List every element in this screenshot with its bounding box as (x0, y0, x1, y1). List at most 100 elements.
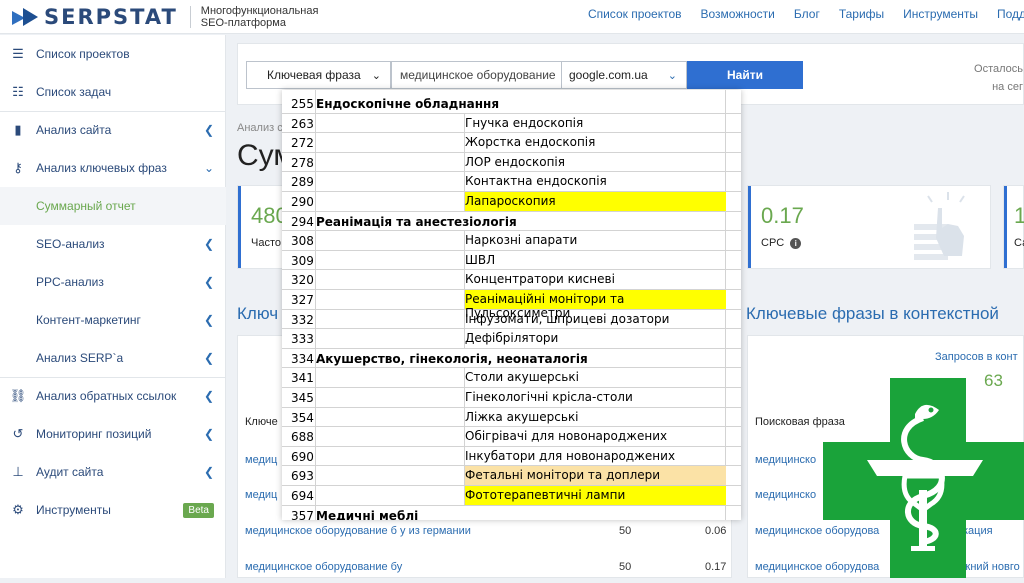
sidebar-item-serp-analysis[interactable]: Анализ SERP`a ❮ (0, 339, 226, 377)
equipment-row: 694 Фототерапевтичні лампи (282, 486, 741, 506)
requests-label: Запросов в конт (935, 351, 1018, 363)
chart-icon: ▮ (14, 122, 22, 137)
table-row-keyword[interactable]: медицинское оборудование б у из германии (245, 525, 471, 537)
equipment-name: Ліжка акушерські (464, 407, 726, 427)
competition-label: Са (1014, 237, 1024, 249)
keyword-input[interactable] (391, 61, 562, 89)
nav-tools[interactable]: Инструменты (903, 7, 978, 21)
section-title-left: Ключ (237, 304, 279, 323)
database-select[interactable]: google.com.ua ⌄ (561, 61, 687, 89)
find-button[interactable]: Найти (687, 61, 803, 89)
row-code: 309 (291, 253, 314, 268)
sidebar-item-ppc-analysis[interactable]: PPC-анализ ❮ (0, 263, 226, 301)
sidebar-item-site-analysis[interactable]: ▮ Анализ сайта ❮ (0, 111, 226, 149)
beta-badge: Beta (183, 502, 214, 518)
category-name: Акушерство, гінекологія, неонаталогія (316, 351, 588, 366)
nav-blog[interactable]: Блог (794, 7, 820, 21)
row-code: 345 (291, 391, 314, 405)
category-row: 357 Медичні меблі (282, 506, 741, 520)
equipment-row: 320 Концентратори кисневі (282, 270, 741, 290)
card-accent (1004, 186, 1007, 268)
top-nav: Список проектов Возможности Блог Тарифы … (588, 7, 1024, 21)
table-row-right-keyword[interactable]: медицинско (755, 489, 816, 501)
sidebar-item-keyword-analysis[interactable]: ⚷ Анализ ключевых фраз ⌄ (0, 149, 226, 187)
category-row: 334 Акушерство, гінекологія, неонаталогія (282, 349, 741, 369)
table-row-count: 50 (619, 525, 632, 537)
equipment-row: 290 Лапароскопия (282, 192, 741, 212)
chevron-left-icon: ❮ (203, 351, 214, 365)
equipment-name: Столи акушерські (464, 368, 726, 387)
sidebar-item-site-audit[interactable]: ⊥ Аудит сайта ❮ (0, 453, 226, 491)
table-row-keyword[interactable]: медиц (245, 489, 277, 501)
sidebar-item-projects[interactable]: ☰ Список проектов (0, 35, 226, 73)
category-row: 255 Ендоскопічне обладнання (282, 94, 741, 114)
equipment-row: 345 Гінекологічні крісла-столи (282, 388, 741, 408)
table-row-keyword[interactable]: медиц (245, 454, 277, 466)
nav-support[interactable]: Поддержка (997, 7, 1024, 21)
sidebar-item-tools[interactable]: ⚙ Инструменты Beta (0, 491, 226, 529)
row-code: 690 (291, 449, 314, 464)
chevron-left-icon: ❮ (203, 465, 214, 479)
row-code: 327 (291, 293, 314, 307)
chevron-left-icon: ❮ (203, 389, 214, 403)
equipment-row: 272 Жорстка ендоскопія (282, 133, 741, 153)
chevron-down-icon: ⌄ (371, 69, 381, 82)
equipment-name: Дефібрілятори (464, 329, 726, 348)
sidebar: ☰ Список проектов ☷ Список задач ▮ Анали… (0, 35, 226, 578)
sidebar-item-label: Анализ SERP`a (36, 351, 124, 365)
chevron-left-icon: ❮ (203, 123, 214, 137)
serpstat-logo[interactable]: SERPSTAT Многофункциональная SEO-платфор… (12, 5, 318, 29)
row-code: 694 (291, 489, 314, 503)
chevron-left-icon: ❮ (203, 427, 214, 441)
sidebar-item-summary-report[interactable]: Суммарный отчет (0, 187, 226, 225)
category-name: Реанімація та анестезіологія (316, 214, 517, 229)
search-type-select[interactable]: Ключевая фраза ⌄ (246, 61, 391, 89)
sidebar-item-label: Суммарный отчет (36, 199, 136, 213)
chevron-left-icon: ❮ (203, 237, 214, 251)
chevron-left-icon: ❮ (203, 313, 214, 327)
logo-tagline-line2: SEO-платформа (200, 17, 286, 29)
table-row-right-keyword[interactable]: медицинско (755, 454, 816, 466)
equipment-name: Концентратори кисневі (464, 270, 726, 289)
info-icon[interactable]: i (790, 237, 802, 249)
row-code: 688 (291, 430, 314, 445)
gear-icon: ⚙ (12, 502, 24, 517)
sidebar-item-label: SEO-анализ (36, 237, 105, 251)
row-code: 354 (291, 410, 314, 425)
chevron-down-icon: ⌄ (203, 161, 214, 175)
breadcrumb[interactable]: Анализ с (237, 122, 283, 134)
sidebar-item-label: PPC-анализ (36, 275, 104, 289)
equipment-name: Гінекологічні крісла-столи (464, 388, 726, 407)
row-code: 278 (291, 155, 314, 170)
sidebar-item-backlinks[interactable]: ⛓ Анализ обратных ссылок ❮ (0, 377, 226, 415)
equipment-row: 289 Контактна ендоскопія (282, 172, 741, 192)
row-code: 341 (291, 371, 314, 386)
nav-pricing[interactable]: Тарифы (839, 7, 884, 21)
nav-projects[interactable]: Список проектов (588, 7, 682, 21)
sidebar-item-tasks[interactable]: ☷ Список задач (0, 73, 226, 111)
remaining-line1: Осталось (974, 63, 1023, 75)
sidebar-item-seo-analysis[interactable]: SEO-анализ ❮ (0, 225, 226, 263)
table-row-keyword[interactable]: медицинское оборудование бу (245, 561, 402, 573)
equipment-name: Наркозні апарати (464, 231, 726, 250)
frequency-label: Часто (251, 237, 281, 249)
nav-features[interactable]: Возможности (701, 7, 775, 21)
sitemap-icon: ⊥ (12, 464, 24, 479)
sidebar-item-content-marketing[interactable]: Контент-маркетинг ❮ (0, 301, 226, 339)
row-code: 308 (291, 234, 314, 249)
equipment-row: 308 Наркозні апарати (282, 231, 741, 251)
equipment-name: ЛОР ендоскопія (464, 152, 726, 172)
table-row-cpc: 0.06 (705, 525, 727, 537)
pharmacy-cross-icon (823, 378, 1024, 578)
sidebar-item-label: Анализ обратных ссылок (36, 389, 177, 403)
left-col-header[interactable]: Ключе (245, 416, 278, 428)
sidebar-item-rank-tracking[interactable]: ↺ Мониторинг позиций ❮ (0, 415, 226, 453)
section-title-right: Ключевые фразы в контекстной (746, 304, 999, 323)
cpc-label-wrap: CPC i (761, 237, 802, 249)
card-accent (238, 186, 241, 268)
remaining-line2: на сег (992, 81, 1023, 93)
sidebar-item-label: Контент-маркетинг (36, 313, 141, 327)
table-row-cpc: 0.17 (705, 561, 727, 573)
equipment-row: 693 Фетальні монітори та доплери (282, 466, 741, 486)
equipment-row: 690 Інкубатори для новонароджених (282, 446, 741, 467)
